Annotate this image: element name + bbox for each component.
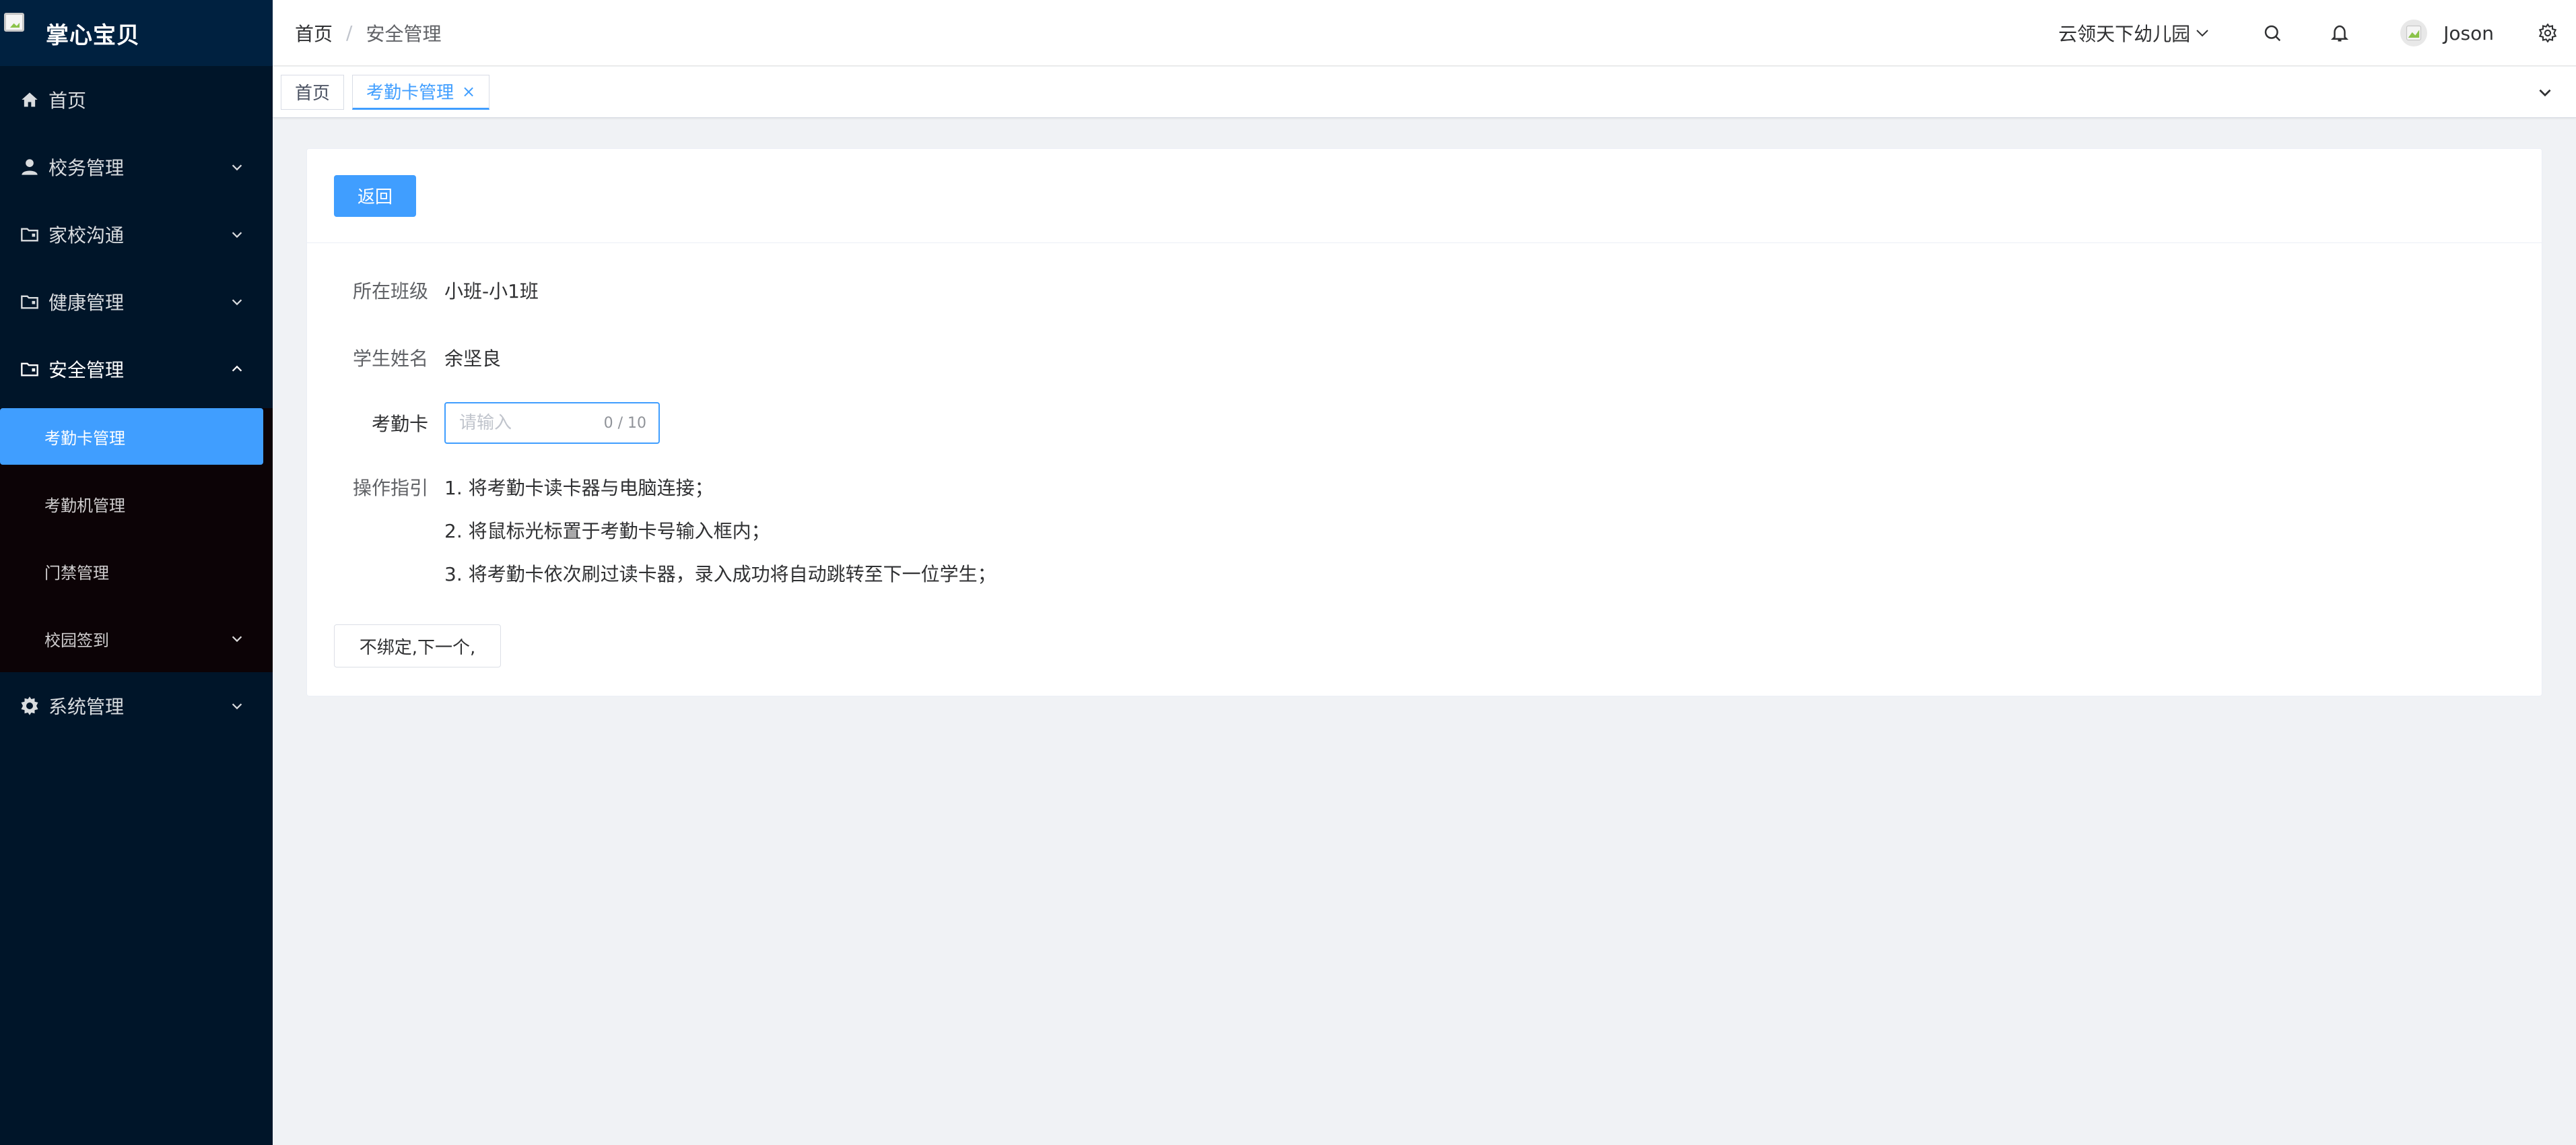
sidebar-item-home[interactable]: 首页 (0, 66, 273, 133)
folder-icon (19, 291, 40, 313)
logo-image (4, 13, 31, 40)
app-name: 掌心宝贝 (46, 22, 140, 49)
student-label: 学生姓名 (352, 348, 428, 370)
app-root: 掌心宝贝 首页 校务管理 家校沟通 健康管理 安全管理 考勤卡管理 考勤机管理 … (0, 0, 2576, 1145)
tags-view: 首页 考勤卡管理 × (273, 67, 2576, 118)
class-row: 所在班级 小班-小1班 (334, 277, 539, 304)
student-value: 余坚良 (444, 348, 502, 370)
close-icon[interactable]: × (462, 82, 475, 101)
chevron-down-icon[interactable] (2534, 81, 2556, 103)
chevron-down-icon (228, 226, 246, 243)
tab-attendance-card[interactable]: 考勤卡管理 × (352, 74, 490, 110)
sidebar-item-label: 考勤机管理 (44, 496, 125, 515)
settings-icon[interactable] (2528, 0, 2568, 66)
chevron-down-icon (2194, 24, 2212, 42)
guide-row: 操作指引 1. 将考勤卡读卡器与电脑连接； 2. 将鼠标光标置于考勤卡号输入框内… (334, 476, 996, 606)
folder-icon (19, 358, 40, 380)
search-icon[interactable] (2239, 0, 2306, 66)
skip-next-button[interactable]: 不绑定,下一个, (334, 624, 501, 667)
sidebar: 掌心宝贝 首页 校务管理 家校沟通 健康管理 安全管理 考勤卡管理 考勤机管理 … (0, 0, 273, 1145)
avatar (2400, 20, 2428, 46)
school-selector[interactable]: 云领天下幼儿园 (2058, 20, 2212, 46)
sidebar-item-attendance-card[interactable]: 考勤卡管理 (0, 408, 263, 465)
breadcrumb-home[interactable]: 首页 (295, 20, 333, 46)
sidebar-item-school-affairs[interactable]: 校务管理 (0, 133, 273, 201)
folder-icon (19, 224, 40, 245)
breadcrumb-separator: / (346, 22, 353, 44)
back-button[interactable]: 返回 (334, 174, 416, 217)
tab-label: 考勤卡管理 (366, 83, 454, 103)
top-header: 首页 / 安全管理 云领天下幼儿园 Joson (273, 0, 2576, 66)
chevron-down-icon (228, 630, 246, 647)
header-actions: 云领天下幼儿园 Joson (2058, 0, 2576, 66)
guide-list: 1. 将考勤卡读卡器与电脑连接； 2. 将鼠标光标置于考勤卡号输入框内； 3. … (444, 476, 996, 606)
logo[interactable]: 掌心宝贝 (0, 0, 273, 66)
card-input-wrapper: 0 / 10 (444, 402, 660, 444)
bell-icon[interactable] (2306, 0, 2373, 66)
sidebar-item-security[interactable]: 安全管理 (0, 335, 273, 403)
card-row: 考勤卡 0 / 10 (334, 402, 660, 444)
breadcrumb-current: 安全管理 (366, 22, 442, 45)
sidebar-item-home-school[interactable]: 家校沟通 (0, 201, 273, 268)
gear-icon (19, 695, 40, 717)
tab-label: 首页 (295, 84, 331, 104)
school-name: 云领天下幼儿园 (2058, 23, 2191, 45)
class-value: 小班-小1班 (444, 280, 539, 302)
student-row: 学生姓名 余坚良 (334, 344, 501, 371)
chevron-down-icon (228, 158, 246, 176)
chevron-up-icon (228, 360, 246, 378)
sidebar-item-label: 系统管理 (48, 696, 125, 718)
class-label: 所在班级 (352, 280, 428, 302)
sidebar-item-access-control[interactable]: 门禁管理 (0, 537, 273, 605)
sidebar-item-campus-checkin[interactable]: 校园签到 (0, 605, 273, 672)
card-header: 返回 (307, 149, 2542, 243)
guide-step: 3. 将考勤卡依次刷过读卡器，录入成功将自动跳转至下一位学生； (444, 563, 996, 585)
sidebar-item-label: 校园签到 (44, 630, 109, 650)
chevron-down-icon (228, 697, 246, 715)
sidebar-item-label: 门禁管理 (44, 563, 109, 583)
chevron-down-icon (228, 293, 246, 310)
guide-step: 1. 将考勤卡读卡器与电脑连接； (444, 477, 714, 499)
sidebar-item-label: 健康管理 (48, 292, 125, 314)
security-submenu: 考勤卡管理 考勤机管理 门禁管理 校园签到 (0, 408, 273, 672)
home-icon (19, 89, 40, 110)
sidebar-item-label: 校务管理 (48, 157, 125, 179)
guide-step: 2. 将鼠标光标置于考勤卡号输入框内； (444, 520, 770, 542)
card-label: 考勤卡 (371, 413, 428, 435)
tab-home[interactable]: 首页 (281, 74, 345, 110)
sidebar-item-label: 考勤卡管理 (44, 428, 125, 448)
input-char-count: 0 / 10 (603, 414, 646, 432)
guide-label: 操作指引 (352, 477, 428, 499)
sidebar-item-label: 家校沟通 (48, 224, 125, 247)
sidebar-item-health[interactable]: 健康管理 (0, 268, 273, 335)
breadcrumb: 首页 / 安全管理 (295, 20, 441, 46)
user-icon (19, 156, 40, 178)
sidebar-item-label: 首页 (48, 90, 87, 112)
sidebar-item-attendance-machine[interactable]: 考勤机管理 (0, 470, 273, 537)
sidebar-item-system[interactable]: 系统管理 (0, 672, 273, 740)
user-menu[interactable]: Joson (2400, 20, 2494, 46)
username: Joson (2443, 22, 2494, 44)
main-card: 返回 所在班级 小班-小1班 学生姓名 余坚良 考勤卡 0 / 10 操作指引 (306, 148, 2542, 696)
sidebar-item-label: 安全管理 (48, 359, 125, 381)
card-number-input[interactable] (459, 413, 580, 433)
